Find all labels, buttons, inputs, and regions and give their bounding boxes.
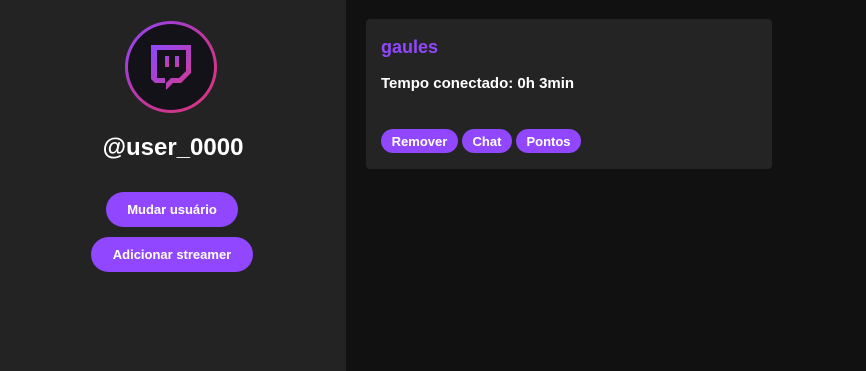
connected-time: Tempo conectado: 0h 3min	[381, 75, 575, 92]
streamer-name[interactable]: gaules	[381, 36, 438, 58]
avatar-frame	[128, 24, 214, 110]
streamer-card: gaules Tempo conectado: 0h 3min Remover …	[366, 19, 772, 169]
username: @user_0000	[102, 134, 244, 161]
twitch-glitch-icon	[151, 45, 191, 90]
main-panel: gaules Tempo conectado: 0h 3min Remover …	[346, 0, 866, 371]
app-root: @user_0000 Mudar usuário Adicionar strea…	[0, 0, 866, 371]
remove-button[interactable]: Remover	[381, 129, 458, 153]
chat-button[interactable]: Chat	[462, 129, 512, 153]
change-user-button[interactable]: Mudar usuário	[106, 192, 238, 227]
sidebar: @user_0000 Mudar usuário Adicionar strea…	[0, 0, 346, 371]
avatar	[125, 21, 217, 113]
add-streamer-button[interactable]: Adicionar streamer	[91, 237, 253, 272]
points-button[interactable]: Pontos	[516, 129, 581, 153]
